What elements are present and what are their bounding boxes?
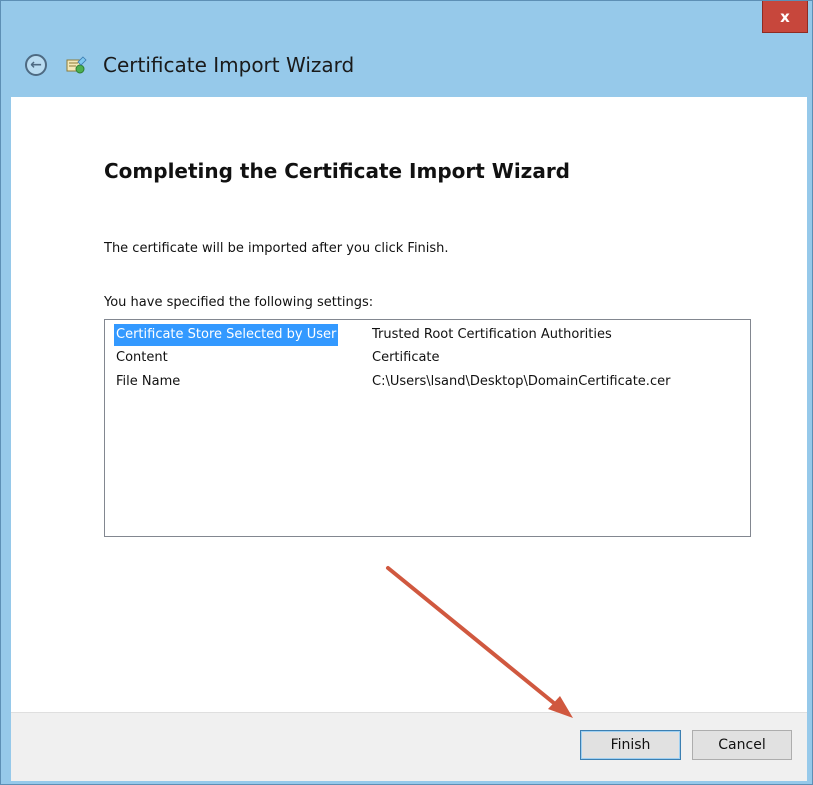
settings-row-file-name[interactable]: File Name C:\Users\lsand\Desktop\DomainC… — [114, 371, 744, 393]
settings-row-store[interactable]: Certificate Store Selected by User Trust… — [114, 324, 744, 346]
certificate-icon — [66, 56, 87, 74]
window-title: Certificate Import Wizard — [103, 53, 355, 77]
button-bar: Finish Cancel — [11, 712, 807, 781]
settings-key: Content — [116, 350, 168, 365]
finish-button[interactable]: Finish — [580, 730, 681, 760]
settings-list[interactable]: Certificate Store Selected by User Trust… — [104, 319, 751, 537]
close-button[interactable]: x — [762, 1, 808, 33]
page-heading: Completing the Certificate Import Wizard — [104, 159, 570, 183]
wizard-window: x ← Certificate Import Wizard Completing… — [0, 0, 813, 785]
settings-value: C:\Users\lsand\Desktop\DomainCertificate… — [372, 374, 671, 389]
page-description: The certificate will be imported after y… — [104, 241, 449, 256]
cancel-button[interactable]: Cancel — [692, 730, 792, 760]
settings-value: Certificate — [372, 350, 440, 365]
settings-row-content[interactable]: Content Certificate — [114, 347, 744, 369]
wizard-content: Completing the Certificate Import Wizard… — [11, 97, 807, 712]
settings-key: Certificate Store Selected by User — [114, 324, 339, 346]
settings-label: You have specified the following setting… — [104, 295, 374, 310]
settings-value: Trusted Root Certification Authorities — [372, 327, 612, 342]
back-arrow-icon: ← — [30, 57, 42, 73]
back-button[interactable]: ← — [25, 54, 47, 76]
settings-key: File Name — [116, 374, 181, 389]
close-icon: x — [780, 7, 790, 26]
title-bar: ← Certificate Import Wizard — [1, 43, 812, 91]
